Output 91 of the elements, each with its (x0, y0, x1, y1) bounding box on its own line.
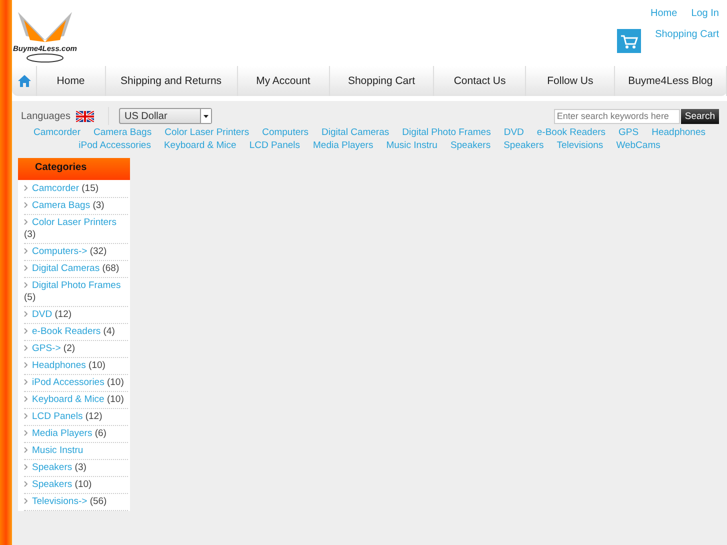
item-count: (68) (102, 263, 120, 274)
category-link[interactable]: e-Book Readers (32, 326, 101, 337)
cart-icon[interactable] (617, 29, 642, 53)
category-link[interactable]: iPod Accessories (32, 377, 104, 388)
search-button[interactable]: Search (680, 108, 719, 124)
category-link[interactable]: Speakers (504, 140, 544, 151)
chevron-icon (24, 328, 28, 334)
category-link[interactable]: GPS-> (32, 343, 61, 354)
chevron-icon (24, 345, 28, 352)
chevron-icon (24, 202, 28, 208)
chevron-icon (24, 413, 28, 420)
category-link[interactable]: Speakers (32, 479, 72, 490)
chevron-icon (24, 379, 28, 386)
search-field[interactable]: Enter search keywords here (554, 108, 680, 124)
chevron-icon (24, 362, 28, 368)
item-count: (5) (24, 292, 36, 303)
chevron-icon (24, 185, 28, 192)
top-link[interactable]: Home (650, 8, 678, 19)
flag-icon[interactable] (76, 110, 94, 122)
item-count: (6) (94, 428, 106, 439)
chevron-icon (24, 447, 28, 454)
cart-link[interactable]: Shopping Cart (655, 29, 719, 40)
category-link[interactable]: Camera Bags (32, 200, 90, 211)
category-link[interactable]: iPod Accessories (78, 140, 151, 151)
item-count: (10) (106, 377, 124, 388)
category-link[interactable]: Headphones (652, 127, 706, 138)
chevron-icon (24, 481, 28, 488)
item-count: (15) (82, 183, 99, 194)
item-count: (3) (92, 200, 104, 211)
category-link[interactable]: Digital Photo Frames (402, 127, 491, 138)
category-link[interactable]: Computers (262, 127, 309, 138)
chevron-icon (24, 282, 28, 288)
category-link[interactable]: Camcorder (32, 183, 79, 194)
category-link[interactable]: DVD (32, 309, 52, 320)
chevron-icon (24, 498, 28, 504)
chevron-icon (24, 248, 28, 254)
item-count: (12) (54, 309, 72, 320)
category-link[interactable]: Headphones (32, 360, 86, 371)
category-link[interactable]: Color Laser Printers (32, 217, 116, 228)
category-link[interactable]: Camcorder (34, 127, 80, 138)
caret-icon (200, 109, 210, 123)
chevron-icon (24, 219, 28, 226)
item-count: (56) (90, 496, 107, 507)
chevron-icon (24, 396, 28, 402)
nav-tab[interactable]: Follow Us (526, 66, 615, 96)
chevron-icon (24, 265, 28, 272)
home-icon[interactable] (18, 75, 30, 87)
category-link[interactable]: Speakers (450, 140, 491, 151)
item-count: (12) (85, 411, 102, 422)
category-link[interactable]: Keyboard & Mice (32, 394, 104, 405)
category-link[interactable]: Digital Cameras (32, 263, 100, 274)
category-link[interactable]: LCD Panels (249, 140, 300, 151)
category-link[interactable]: Digital Cameras (322, 127, 390, 138)
category-link[interactable]: LCD Panels (32, 411, 83, 422)
currency-dropdown[interactable]: US Dollar (118, 108, 212, 124)
item-count: (10) (88, 360, 106, 371)
category-link[interactable]: GPS (618, 127, 639, 138)
languages-label: Languages (21, 110, 70, 122)
chevron-icon (24, 464, 28, 470)
category-link[interactable]: Speakers (32, 462, 72, 473)
category-link[interactable]: Televisions (556, 140, 604, 151)
top-link[interactable]: Log In (691, 8, 719, 19)
category-link[interactable]: Media Players (313, 140, 374, 151)
category-link[interactable]: e-Book Readers (536, 127, 606, 138)
item-count: (32) (90, 246, 107, 257)
nav-tab[interactable]: My Account (238, 66, 330, 96)
nav-tab[interactable]: Shopping Cart (330, 66, 434, 96)
category-link[interactable]: WebCams (616, 140, 660, 151)
category-link[interactable]: Music Instru (386, 140, 438, 151)
nav-tab[interactable]: Buyme4Less Blog (614, 66, 727, 96)
category-link[interactable]: Color Laser Printers (164, 127, 250, 138)
category-link[interactable]: Media Players (32, 428, 92, 439)
nav-tab[interactable]: Shipping and Returns (106, 66, 238, 96)
category-link[interactable]: Music Instru (32, 445, 84, 456)
category-link[interactable]: Computers-> (32, 246, 88, 257)
chevron-icon (24, 430, 28, 436)
item-count: (10) (106, 394, 124, 405)
nav-tab[interactable]: Contact Us (434, 66, 526, 96)
nav-tab[interactable]: Home (37, 66, 106, 96)
item-count: (4) (103, 326, 115, 337)
categories-header: Categories (18, 158, 130, 180)
category-link[interactable]: Camera Bags (94, 127, 152, 138)
item-count: (3) (74, 462, 86, 473)
category-link[interactable]: DVD (504, 127, 524, 138)
category-link[interactable]: Keyboard & Mice (164, 140, 236, 151)
item-count: (2) (63, 343, 76, 354)
item-count: (10) (74, 479, 92, 490)
category-link[interactable]: Televisions-> (32, 496, 88, 507)
category-link[interactable]: Digital Photo Frames (32, 280, 121, 291)
item-count: (3) (24, 229, 36, 240)
chevron-icon (24, 311, 28, 318)
